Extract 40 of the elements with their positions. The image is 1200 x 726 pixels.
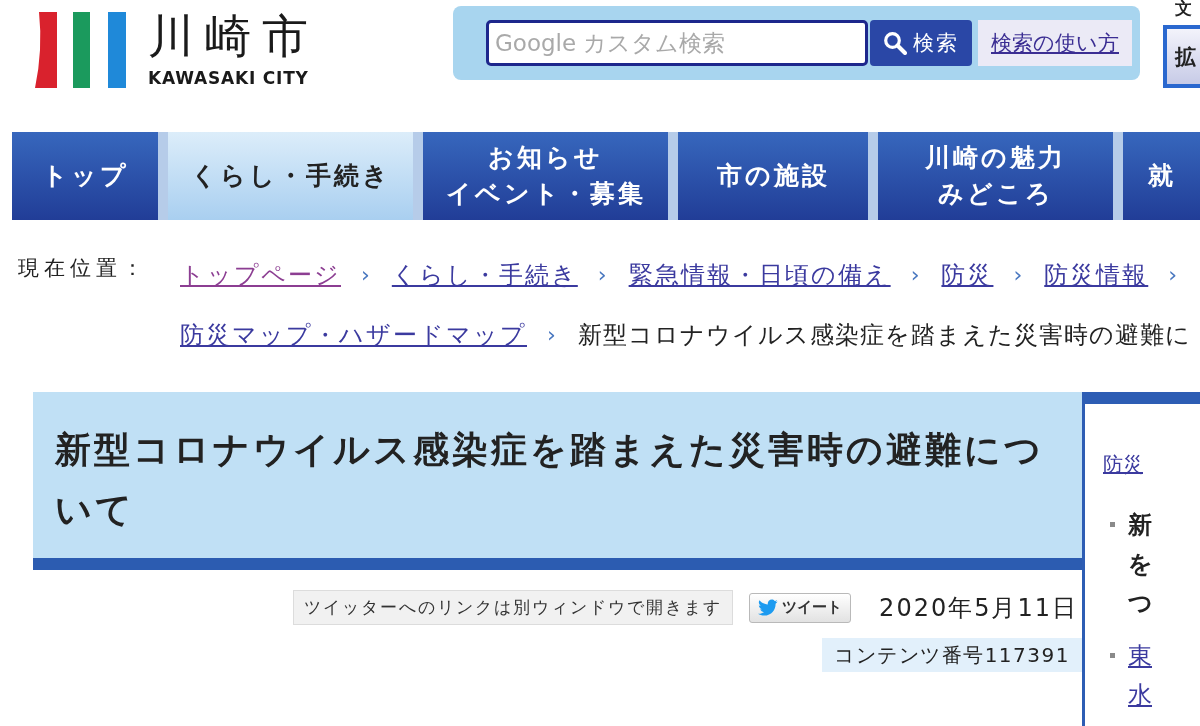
search-icon	[883, 31, 907, 55]
bullet-icon	[1110, 522, 1115, 527]
search-help-link[interactable]: 検索の使い方	[978, 20, 1132, 66]
breadcrumb-link[interactable]: 防災	[941, 245, 994, 305]
nav-tab[interactable]: お知らせ イベント・募集	[423, 132, 668, 220]
breadcrumb-separator: ›	[547, 321, 556, 349]
bullet-icon	[1110, 653, 1115, 658]
tweet-button[interactable]: ツイート	[749, 592, 852, 623]
breadcrumb-separator: ›	[597, 261, 607, 289]
nav-tab[interactable]: くらし・手続き	[168, 132, 413, 220]
logo-subtitle: KAWASAKI CITY	[148, 68, 310, 88]
content-number: コンテンツ番号117391	[822, 638, 1082, 672]
breadcrumb-link[interactable]: トップページ	[180, 245, 341, 305]
nav-tab[interactable]: 市の施設	[678, 132, 868, 220]
breadcrumb-separator: ›	[910, 261, 920, 289]
logo-mark-icon	[35, 12, 126, 88]
sidebar-link[interactable]: 東 水	[1128, 637, 1152, 715]
breadcrumb-separator: ›	[1013, 261, 1023, 289]
text-size-label: 文	[1175, 0, 1193, 16]
search-field[interactable]: Google カスタム検索	[486, 20, 868, 66]
nav-tab[interactable]: 就	[1123, 132, 1200, 220]
breadcrumb-link[interactable]: くらし・手続き	[391, 245, 578, 305]
sidebar-text: 新 を つ	[1128, 510, 1153, 619]
breadcrumb-link[interactable]: 緊急情報・日頃の備え	[628, 245, 891, 305]
nav-tab[interactable]: トップ	[12, 132, 158, 220]
page-title: 新型コロナウイルス感染症を踏まえた災害時の避難について	[55, 428, 1045, 532]
share-notice: ツイッターへのリンクは別ウィンドウで開きます	[293, 590, 734, 625]
breadcrumb-separator: ›	[361, 261, 370, 289]
logo-title: 川崎市	[148, 12, 319, 60]
breadcrumb-separator: ›	[1168, 261, 1178, 289]
publish-date: 2020年5月11日	[879, 592, 1078, 624]
breadcrumb-link[interactable]: 防災マップ・ハザードマップ	[180, 305, 527, 365]
bird-icon	[758, 599, 779, 616]
breadcrumb-current: 新型コロナウイルス感染症を踏まえた災害時の避難に	[577, 320, 1191, 351]
sidebar-heading-link[interactable]: 防災	[1103, 452, 1143, 476]
text-enlarge-button[interactable]: 拡	[1163, 25, 1200, 88]
nav-tab[interactable]: 川崎の魅力 みどころ	[878, 132, 1113, 220]
breadcrumb-label: 現在位置：	[17, 255, 149, 282]
search-button[interactable]: 検索	[870, 20, 972, 66]
breadcrumb-link[interactable]: 防災情報	[1044, 245, 1149, 305]
